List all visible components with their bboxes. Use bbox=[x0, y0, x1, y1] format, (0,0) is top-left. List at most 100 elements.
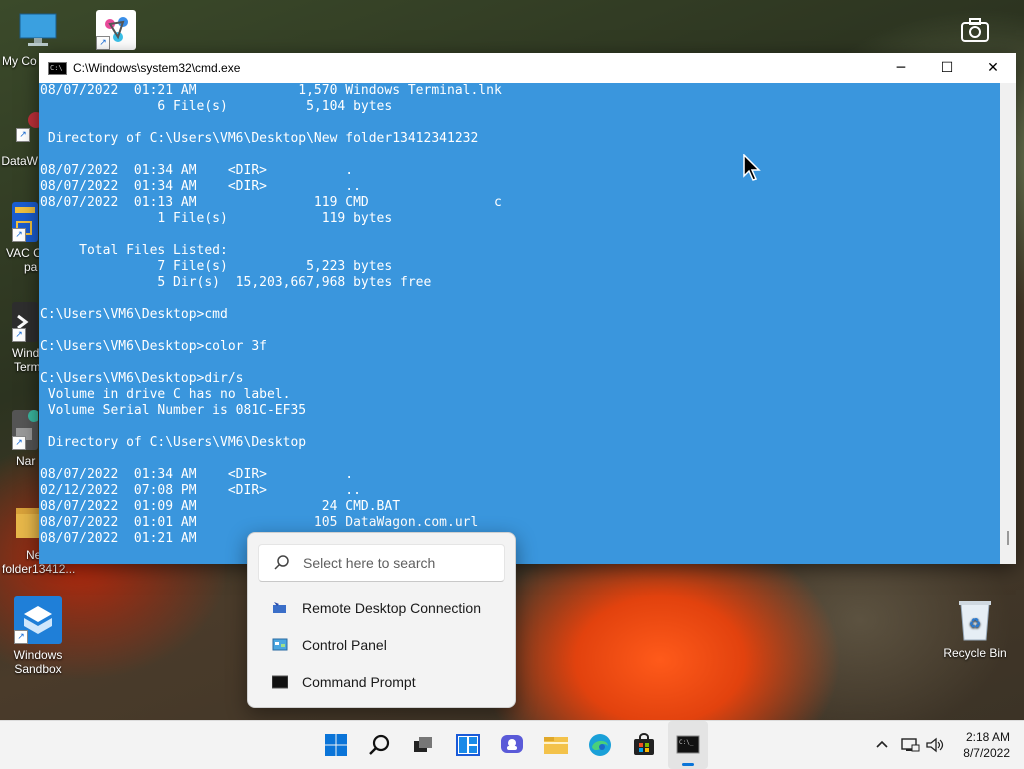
network-button[interactable] bbox=[898, 721, 922, 769]
camera-icon[interactable] bbox=[958, 14, 992, 48]
close-icon: ✕ bbox=[987, 60, 999, 76]
mouse-cursor-icon bbox=[742, 153, 762, 182]
recycle-bin-icon: ♻ bbox=[957, 598, 993, 642]
console-line: Volume in drive C has no label. bbox=[47, 387, 291, 402]
shortcut-arrow-icon: ↗ bbox=[16, 128, 30, 142]
chat-button[interactable] bbox=[492, 721, 532, 769]
minimize-icon: ─ bbox=[896, 60, 906, 76]
sandbox-icon: ↗ bbox=[14, 596, 62, 644]
console-line: C:\Users\VM6\Desktop>color 3f bbox=[40, 339, 267, 354]
search-icon bbox=[273, 554, 291, 572]
console-line: Directory of C:\Users\VM6\Desktop bbox=[47, 435, 307, 450]
console-line: C:\Users\VM6\Desktop>cmd bbox=[40, 307, 228, 322]
vac-icon: ↗ bbox=[12, 202, 38, 242]
store-icon bbox=[634, 733, 654, 755]
desktop-icon-label: Windows bbox=[13, 648, 63, 662]
show-hidden-icons-button[interactable] bbox=[872, 721, 892, 769]
console-line: C:\Users\VM6\Desktop>dir/s bbox=[40, 371, 244, 386]
search-input[interactable]: Select here to search bbox=[258, 544, 505, 582]
scrollbar-thumb[interactable] bbox=[1007, 531, 1009, 545]
console-output[interactable]: 08/07/2022 01:21 AM 1,570 Windows Termin… bbox=[39, 83, 1000, 564]
cmd-window[interactable]: C:\ C:\Windows\system32\cmd.exe ─ ☐ ✕ 08… bbox=[39, 53, 1016, 564]
svg-text:C:\_: C:\_ bbox=[679, 739, 694, 746]
terminal-taskbar-button[interactable]: C:\_ bbox=[668, 721, 708, 769]
desktop-icon-label: Recycle Bin bbox=[943, 646, 1007, 660]
svg-text:♻: ♻ bbox=[969, 615, 982, 631]
taskbar: C:\_ 2:18 AM 8/7/2022 bbox=[0, 720, 1024, 769]
console-line: 7 File(s) 5,223 bytes bbox=[157, 259, 393, 274]
console-text: 08/07/2022 01:21 AM 1,570 Windows Termin… bbox=[39, 83, 1000, 547]
console-line: 5 Dir(s) 15,203,667,968 bytes free bbox=[157, 275, 432, 290]
desktop-icon-label: Sandbox bbox=[14, 662, 62, 676]
console-line: 08/07/2022 01:34 AM <DIR> .. bbox=[40, 179, 361, 194]
console-line: Volume Serial Number is 081C-EF35 bbox=[47, 403, 307, 418]
app-logo-icon: ↗ bbox=[96, 10, 136, 50]
terminal-icon: ↗ bbox=[12, 302, 38, 342]
desktop-icon-recycle-bin[interactable]: ♻ Recycle Bin bbox=[937, 598, 1013, 660]
desktop-icon-label: folder13412... bbox=[2, 562, 76, 576]
clock-date: 8/7/2022 bbox=[963, 746, 1010, 760]
cmd-app-icon: C:\ bbox=[48, 61, 67, 75]
task-view-icon bbox=[414, 737, 432, 752]
shortcut-arrow-icon: ↗ bbox=[96, 36, 110, 50]
result-control-panel[interactable]: Control Panel bbox=[272, 634, 387, 656]
close-button[interactable]: ✕ bbox=[970, 53, 1016, 83]
volume-button[interactable] bbox=[924, 721, 946, 769]
cmd-window-title: C:\Windows\system32\cmd.exe bbox=[73, 61, 241, 75]
maximize-icon: ☐ bbox=[940, 60, 954, 76]
maximize-button[interactable]: ☐ bbox=[924, 53, 970, 83]
console-line: 02/12/2022 07:08 PM <DIR> .. bbox=[40, 483, 361, 498]
start-search-popup: Select here to search Remote Desktop Con… bbox=[247, 532, 516, 708]
search-placeholder: Select here to search bbox=[303, 555, 436, 571]
console-line: Total Files Listed: bbox=[79, 243, 228, 258]
monitor-icon bbox=[18, 10, 58, 50]
console-line: 08/07/2022 01:21 AM bbox=[40, 531, 197, 546]
speaker-icon bbox=[926, 737, 944, 753]
shortcut-arrow-icon: ↗ bbox=[12, 228, 26, 242]
result-remote-desktop[interactable]: Remote Desktop Connection bbox=[272, 597, 481, 619]
result-label: Remote Desktop Connection bbox=[302, 600, 481, 616]
edge-button[interactable] bbox=[580, 721, 620, 769]
search-icon bbox=[369, 734, 390, 755]
desktop-icon-windows-sandbox[interactable]: ↗ Windows Sandbox bbox=[0, 596, 76, 676]
clock[interactable]: 2:18 AM 8/7/2022 bbox=[963, 729, 1010, 761]
taskbar-search-button[interactable] bbox=[360, 721, 400, 769]
cmd-titlebar[interactable]: C:\ C:\Windows\system32\cmd.exe ─ ☐ ✕ bbox=[39, 53, 1016, 83]
console-scrollbar[interactable] bbox=[1000, 83, 1016, 564]
widgets-icon bbox=[456, 734, 480, 756]
start-button[interactable] bbox=[316, 721, 356, 769]
desktop-icon-app[interactable]: ↗ bbox=[78, 10, 154, 54]
datawagon-icon: ↗ bbox=[0, 110, 44, 150]
active-indicator bbox=[682, 763, 694, 766]
network-icon bbox=[901, 738, 920, 752]
console-line: 08/07/2022 01:01 AM 105 DataWagon.com.ur… bbox=[40, 515, 479, 530]
widgets-button[interactable] bbox=[448, 721, 488, 769]
chat-icon bbox=[501, 735, 523, 753]
result-label: Command Prompt bbox=[302, 674, 416, 690]
task-view-button[interactable] bbox=[403, 721, 443, 769]
remote-desktop-icon bbox=[272, 601, 288, 615]
chevron-up-icon bbox=[876, 740, 888, 748]
console-line: 08/07/2022 01:34 AM <DIR> . bbox=[40, 163, 354, 178]
minimize-button[interactable]: ─ bbox=[878, 53, 924, 83]
console-line: 1 File(s) 119 bytes bbox=[157, 211, 393, 226]
console-line: 08/07/2022 01:21 AM 1,570 Windows Termin… bbox=[40, 83, 502, 98]
windows-logo-icon bbox=[325, 734, 347, 756]
shortcut-arrow-icon: ↗ bbox=[12, 436, 26, 450]
shortcut-arrow-icon: ↗ bbox=[14, 630, 28, 644]
command-prompt-icon: C:\_ bbox=[676, 735, 700, 754]
console-line: 08/07/2022 01:13 AM 119 CMD c bbox=[40, 195, 502, 210]
result-command-prompt[interactable]: Command Prompt bbox=[271, 671, 416, 693]
folder-icon bbox=[16, 504, 40, 544]
edge-browser-icon bbox=[589, 734, 611, 756]
control-panel-icon bbox=[272, 638, 288, 652]
console-line: 6 File(s) 5,104 bytes bbox=[157, 99, 393, 114]
narrator-icon: ↗ bbox=[12, 410, 40, 450]
command-prompt-icon bbox=[271, 675, 289, 689]
file-explorer-button[interactable] bbox=[536, 721, 576, 769]
store-button[interactable] bbox=[624, 721, 664, 769]
clock-time: 2:18 AM bbox=[965, 730, 1010, 744]
console-line: 08/07/2022 01:09 AM 24 CMD.BAT bbox=[40, 499, 401, 514]
console-line: 08/07/2022 01:34 AM <DIR> . bbox=[40, 467, 354, 482]
console-line: Directory of C:\Users\VM6\Desktop\New fo… bbox=[47, 131, 479, 146]
